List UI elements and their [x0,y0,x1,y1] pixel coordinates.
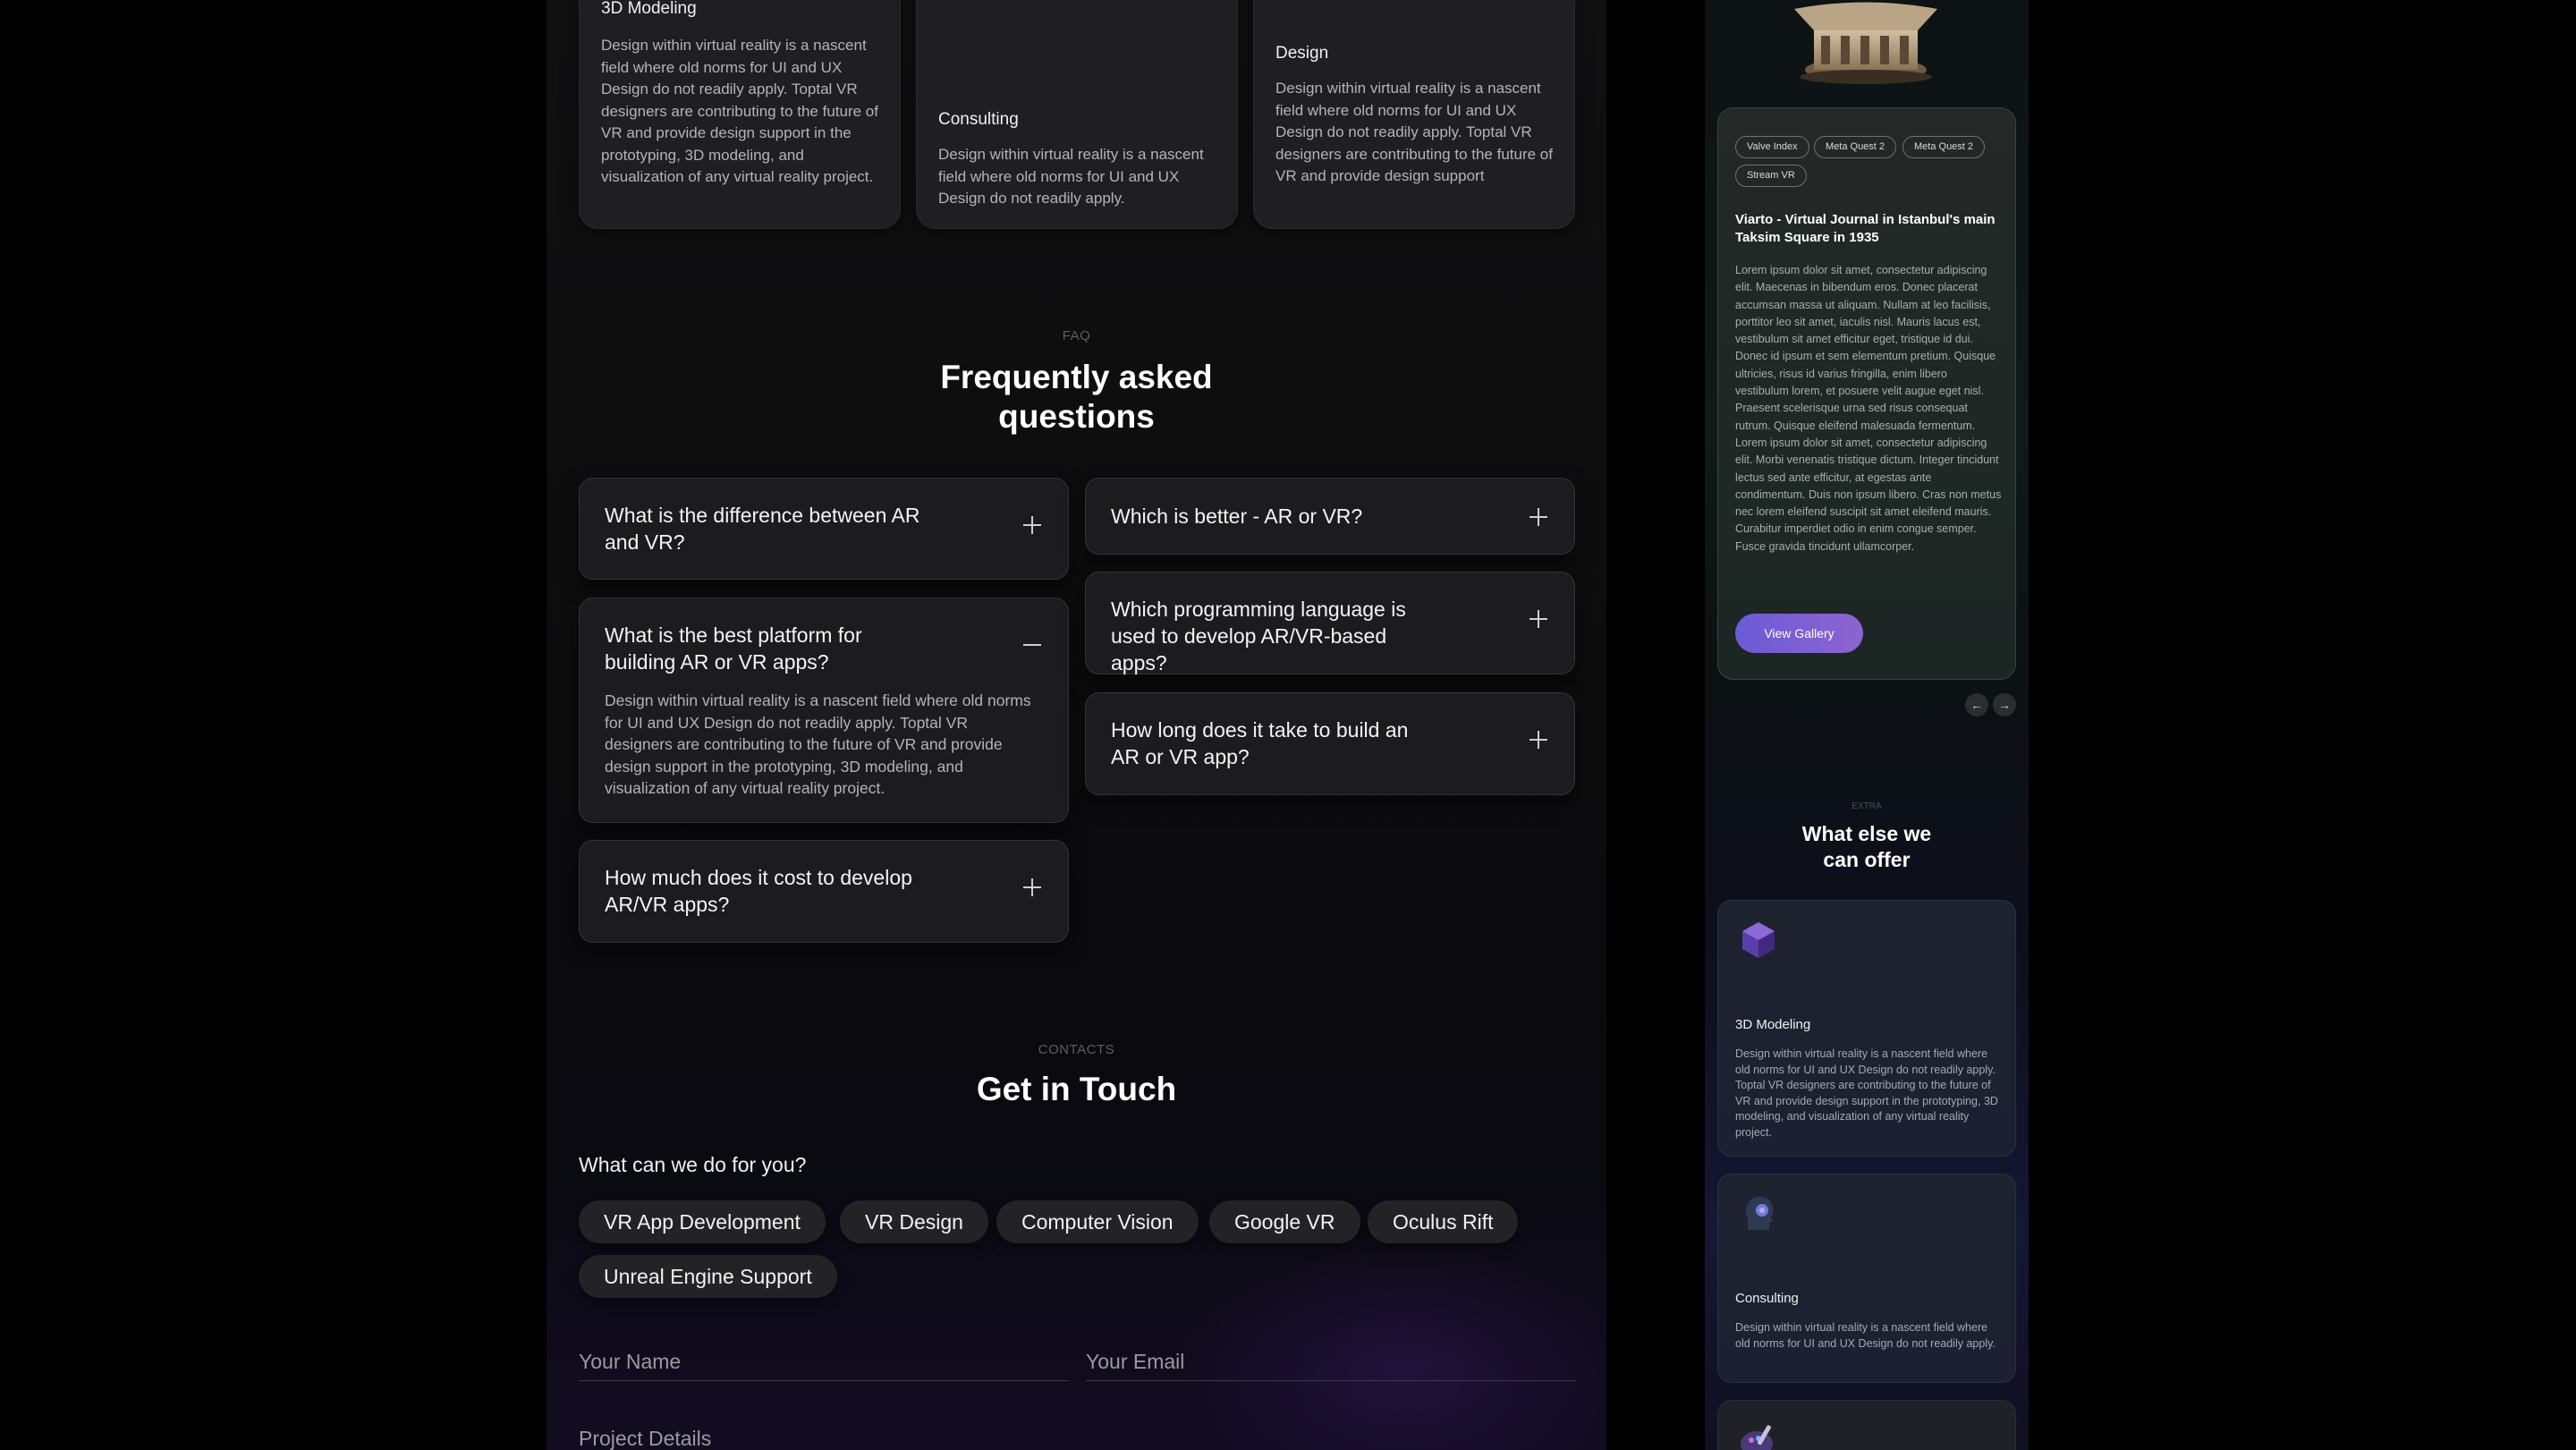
palette-icon [1741,1425,1773,1450]
head-icon [1746,1196,1774,1230]
service-card-design: Design Design within virtual reality is … [1253,0,1575,229]
faq-question: How much does it cost to develop AR/VR a… [605,866,912,916]
pavilion-image [1794,2,1937,84]
email-field[interactable] [1086,1331,1576,1381]
faq-title: Frequently asked questions [547,358,1606,437]
extra-eyebrow: EXTRA [1852,801,1882,811]
service-card-consulting: Consulting Design within virtual reality… [916,0,1238,229]
gallery-title: Viarto - Virtual Journal in Istanbul's m… [1735,212,1996,245]
chip-unreal-engine-support[interactable]: Unreal Engine Support [579,1255,837,1298]
offer-title: 3D Modeling [1735,1017,1811,1032]
offer-title: Consulting [1735,1291,1799,1306]
arrow-left-icon[interactable]: ← [1965,693,1988,717]
side-panel: Valve Index Meta Quest 2 Meta Quest 2 St… [1705,0,2029,1450]
plus-icon[interactable] [1023,878,1041,896]
name-field[interactable] [579,1331,1069,1381]
plus-icon[interactable] [1023,516,1041,534]
contacts-title: Get in Touch [976,1071,1177,1107]
plus-icon[interactable] [1530,508,1547,526]
minus-icon[interactable] [1023,636,1041,654]
gallery-card: Valve Index Meta Quest 2 Meta Quest 2 St… [1717,107,2016,680]
faq-question: What is the difference between AR and VR… [605,504,920,554]
faq-answer: Design within virtual reality is a nasce… [605,691,1031,797]
faq-item[interactable]: How much does it cost to develop AR/VR a… [579,840,1069,943]
project-details-field[interactable] [579,1408,1576,1450]
faq-question: Which programming language is used to de… [1111,598,1406,674]
faq-item[interactable]: Which programming language is used to de… [1085,572,1575,674]
cube-icon [1742,922,1775,958]
offer-card-design [1717,1400,2016,1450]
faq-item[interactable]: What is the difference between AR and VR… [579,478,1069,580]
service-title: Consulting [938,110,1019,129]
service-title: 3D Modeling [601,0,697,18]
service-desc: Design within virtual reality is a nasce… [938,146,1204,207]
faq-title-line: questions [998,398,1155,435]
service-desc: Design within virtual reality is a nasce… [1275,80,1553,184]
chip-vr-design[interactable]: VR Design [840,1200,988,1243]
tag: Meta Quest 2 [1814,136,1897,158]
tag: Stream VR [1735,165,1807,187]
tag: Valve Index [1735,136,1809,158]
arrow-right-icon[interactable]: → [1993,693,2016,717]
faq-item-expanded[interactable]: What is the best platform for building A… [579,598,1069,823]
contacts-eyebrow: CONTACTS [1038,1042,1115,1057]
faq-eyebrow: FAQ [1062,328,1091,343]
faq-item[interactable]: Which is better - AR or VR? [1085,478,1575,555]
tag: Meta Quest 2 [1902,136,1986,158]
view-gallery-button[interactable]: View Gallery [1735,614,1863,653]
extra-title-line: can offer [1823,848,1911,871]
extra-title-line: What else we [1801,822,1932,845]
chip-oculus-rift[interactable]: Oculus Rift [1368,1200,1519,1243]
service-card-3d-modeling: 3D Modeling Design within virtual realit… [579,0,901,229]
service-title: Design [1275,44,1329,63]
chip-vr-app-development[interactable]: VR App Development [579,1200,826,1243]
chip-google-vr[interactable]: Google VR [1209,1200,1360,1243]
service-desc: Design within virtual reality is a nasce… [601,37,878,185]
faq-title-line: Frequently asked [940,359,1213,395]
main-content: 3D Modeling Design within virtual realit… [547,0,1606,1450]
faq-question: What is the best platform for building A… [605,623,862,674]
page: 3D Modeling Design within virtual realit… [0,0,2576,1450]
extra-title: What else we can offer [1705,821,2029,873]
chip-computer-vision[interactable]: Computer Vision [996,1200,1199,1243]
offer-card-3d-modeling: 3D Modeling Design within virtual realit… [1717,900,2016,1157]
gallery-body: Lorem ipsum dolor sit amet, consectetur … [1735,264,2002,553]
offer-desc: Design within virtual reality is a nasce… [1735,1047,1998,1139]
plus-icon[interactable] [1530,731,1547,749]
offer-card-consulting: Consulting Design within virtual reality… [1717,1174,2016,1383]
faq-item[interactable]: How long does it take to build an AR or … [1085,692,1575,795]
faq-question: How long does it take to build an AR or … [1111,718,1409,768]
offer-desc: Design within virtual reality is a nasce… [1735,1321,1996,1350]
faq-question: Which is better - AR or VR? [1111,505,1363,528]
plus-icon[interactable] [1530,610,1547,628]
contact-question: What can we do for you? [579,1153,807,1176]
